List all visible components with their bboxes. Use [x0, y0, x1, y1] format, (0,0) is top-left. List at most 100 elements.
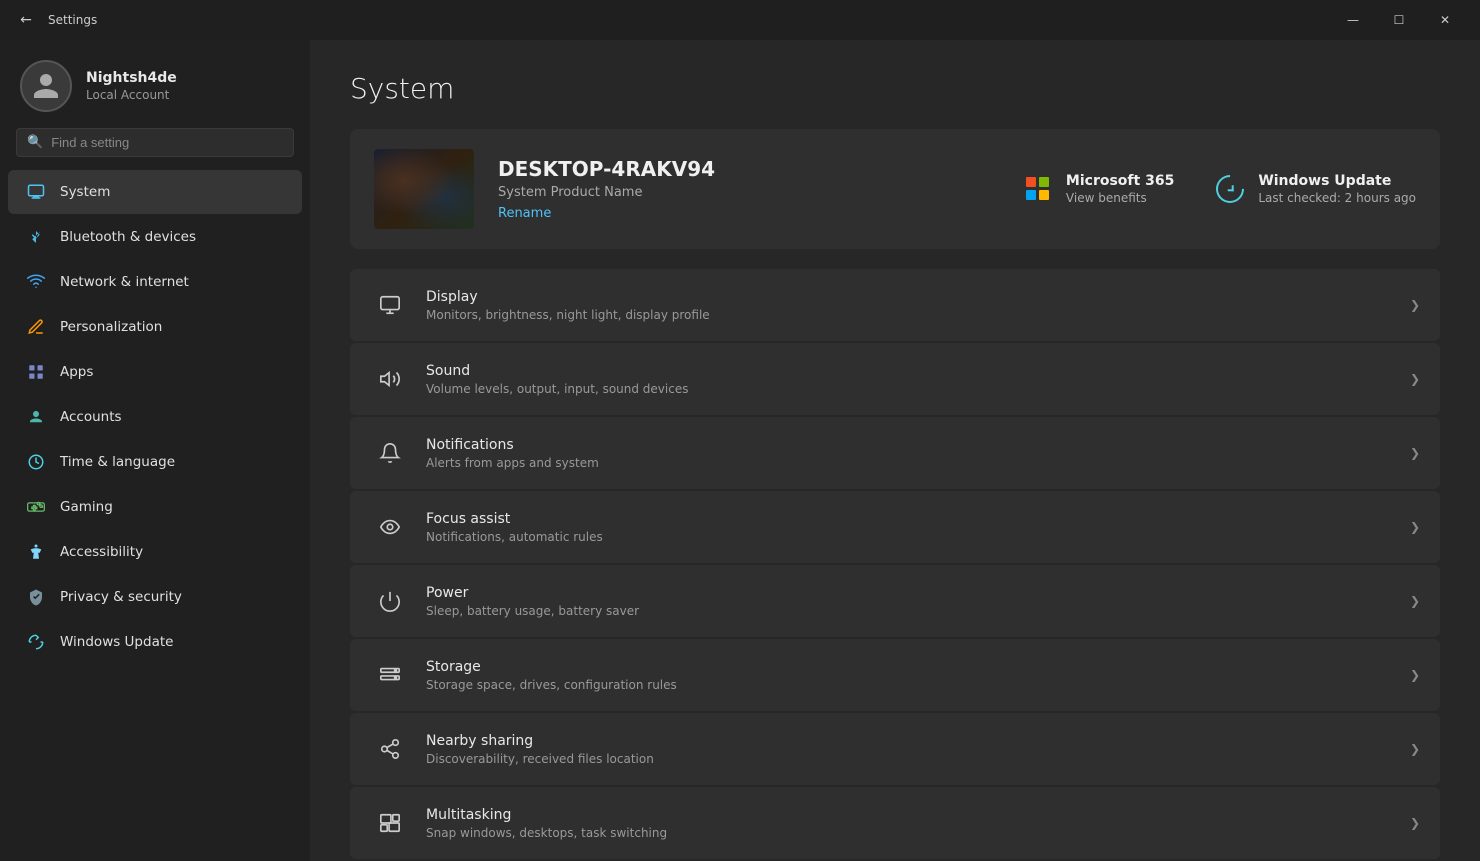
multitasking-chevron: ❯	[1410, 816, 1420, 830]
ms365-text: Microsoft 365 View benefits	[1066, 173, 1174, 205]
sidebar-item-personalization[interactable]: Personalization	[8, 305, 302, 349]
minimize-button[interactable]: —	[1330, 0, 1376, 40]
sidebar-item-accounts[interactable]: Accounts	[8, 395, 302, 439]
windows-update-quick-action[interactable]: Windows Update Last checked: 2 hours ago	[1214, 173, 1416, 205]
ms365-green-sq	[1039, 177, 1049, 187]
system-product: System Product Name	[498, 185, 998, 200]
accessibility-icon	[24, 540, 48, 564]
multitasking-sub: Snap windows, desktops, task switching	[426, 826, 1398, 840]
settings-item-sound[interactable]: Sound Volume levels, output, input, soun…	[350, 343, 1440, 415]
ms365-blue-sq	[1026, 190, 1036, 200]
power-label: Power	[426, 585, 1398, 601]
search-icon: 🔍	[27, 135, 43, 150]
user-account-type: Local Account	[86, 88, 177, 102]
sidebar-item-privacy-label: Privacy & security	[60, 589, 182, 605]
privacy-icon	[24, 585, 48, 609]
settings-item-multitasking[interactable]: Multitasking Snap windows, desktops, tas…	[350, 787, 1440, 859]
sidebar-item-apps-label: Apps	[60, 364, 93, 380]
sound-chevron: ❯	[1410, 372, 1420, 386]
app-title: Settings	[48, 13, 97, 27]
maximize-button[interactable]: ☐	[1376, 0, 1422, 40]
ms365-label: Microsoft 365	[1066, 173, 1174, 189]
focus-label: Focus assist	[426, 511, 1398, 527]
notifications-label: Notifications	[426, 437, 1398, 453]
storage-label: Storage	[426, 659, 1398, 675]
bluetooth-icon	[24, 225, 48, 249]
avatar	[20, 60, 72, 112]
system-info-card: DESKTOP-4RAKV94 System Product Name Rena…	[350, 129, 1440, 249]
search-container: 🔍	[0, 128, 310, 169]
window-controls: — ☐ ✕	[1330, 0, 1468, 40]
notifications-icon	[370, 433, 410, 473]
display-sub: Monitors, brightness, night light, displ…	[426, 308, 1398, 322]
power-text: Power Sleep, battery usage, battery save…	[426, 585, 1398, 618]
sound-text: Sound Volume levels, output, input, soun…	[426, 363, 1398, 396]
update-label: Windows Update	[1258, 173, 1416, 189]
system-image	[374, 149, 474, 229]
multitasking-label: Multitasking	[426, 807, 1398, 823]
update-sub: Last checked: 2 hours ago	[1258, 191, 1416, 205]
display-chevron: ❯	[1410, 298, 1420, 312]
sound-sub: Volume levels, output, input, sound devi…	[426, 382, 1398, 396]
apps-icon	[24, 360, 48, 384]
power-icon	[370, 581, 410, 621]
system-details: DESKTOP-4RAKV94 System Product Name Rena…	[498, 157, 998, 221]
update-text: Windows Update Last checked: 2 hours ago	[1258, 173, 1416, 205]
settings-item-power[interactable]: Power Sleep, battery usage, battery save…	[350, 565, 1440, 637]
sidebar-item-update-label: Windows Update	[60, 634, 173, 650]
sidebar-item-apps[interactable]: Apps	[8, 350, 302, 394]
sidebar-item-gaming[interactable]: Gaming	[8, 485, 302, 529]
sidebar-item-accessibility[interactable]: Accessibility	[8, 530, 302, 574]
notifications-sub: Alerts from apps and system	[426, 456, 1398, 470]
sound-label: Sound	[426, 363, 1398, 379]
power-chevron: ❯	[1410, 594, 1420, 608]
sidebar-item-time[interactable]: Time & language	[8, 440, 302, 484]
nearby-sharing-sub: Discoverability, received files location	[426, 752, 1398, 766]
focus-icon	[370, 507, 410, 547]
ms365-yellow-sq	[1039, 190, 1049, 200]
sidebar-item-network[interactable]: Network & internet	[8, 260, 302, 304]
user-name: Nightsh4de	[86, 70, 177, 86]
back-button[interactable]: ←	[12, 6, 40, 34]
close-button[interactable]: ✕	[1422, 0, 1468, 40]
user-profile[interactable]: Nightsh4de Local Account	[0, 40, 310, 128]
ms365-sub: View benefits	[1066, 191, 1174, 205]
settings-item-storage[interactable]: Storage Storage space, drives, configura…	[350, 639, 1440, 711]
content-area: System DESKTOP-4RAKV94 System Product Na…	[310, 40, 1480, 861]
settings-item-display[interactable]: Display Monitors, brightness, night ligh…	[350, 269, 1440, 341]
accounts-icon	[24, 405, 48, 429]
app-container: Nightsh4de Local Account 🔍	[0, 40, 1480, 861]
focus-sub: Notifications, automatic rules	[426, 530, 1398, 544]
nearby-sharing-text: Nearby sharing Discoverability, received…	[426, 733, 1398, 766]
sidebar-item-bluetooth[interactable]: Bluetooth & devices	[8, 215, 302, 259]
multitasking-text: Multitasking Snap windows, desktops, tas…	[426, 807, 1398, 840]
ms365-quick-action[interactable]: Microsoft 365 View benefits	[1022, 173, 1174, 205]
rename-link[interactable]: Rename	[498, 206, 551, 221]
system-icon	[24, 180, 48, 204]
gaming-icon	[24, 495, 48, 519]
sidebar-nav: System Bluetooth & devices Network	[0, 169, 310, 665]
sidebar-item-system-label: System	[60, 184, 110, 200]
search-input[interactable]	[51, 135, 283, 150]
sidebar-item-privacy[interactable]: Privacy & security	[8, 575, 302, 619]
ms365-red-sq	[1026, 177, 1036, 187]
power-sub: Sleep, battery usage, battery saver	[426, 604, 1398, 618]
time-icon	[24, 450, 48, 474]
notifications-text: Notifications Alerts from apps and syste…	[426, 437, 1398, 470]
nearby-sharing-chevron: ❯	[1410, 742, 1420, 756]
update-icon	[24, 630, 48, 654]
settings-list: Display Monitors, brightness, night ligh…	[350, 269, 1440, 861]
sidebar-item-update[interactable]: Windows Update	[8, 620, 302, 664]
settings-item-notifications[interactable]: Notifications Alerts from apps and syste…	[350, 417, 1440, 489]
storage-chevron: ❯	[1410, 668, 1420, 682]
system-name: DESKTOP-4RAKV94	[498, 157, 998, 181]
personalization-icon	[24, 315, 48, 339]
sidebar-item-gaming-label: Gaming	[60, 499, 113, 515]
page-title: System	[350, 72, 1440, 105]
storage-icon	[370, 655, 410, 695]
notifications-chevron: ❯	[1410, 446, 1420, 460]
sidebar: Nightsh4de Local Account 🔍	[0, 40, 310, 861]
sidebar-item-system[interactable]: System	[8, 170, 302, 214]
settings-item-nearby-sharing[interactable]: Nearby sharing Discoverability, received…	[350, 713, 1440, 785]
settings-item-focus[interactable]: Focus assist Notifications, automatic ru…	[350, 491, 1440, 563]
